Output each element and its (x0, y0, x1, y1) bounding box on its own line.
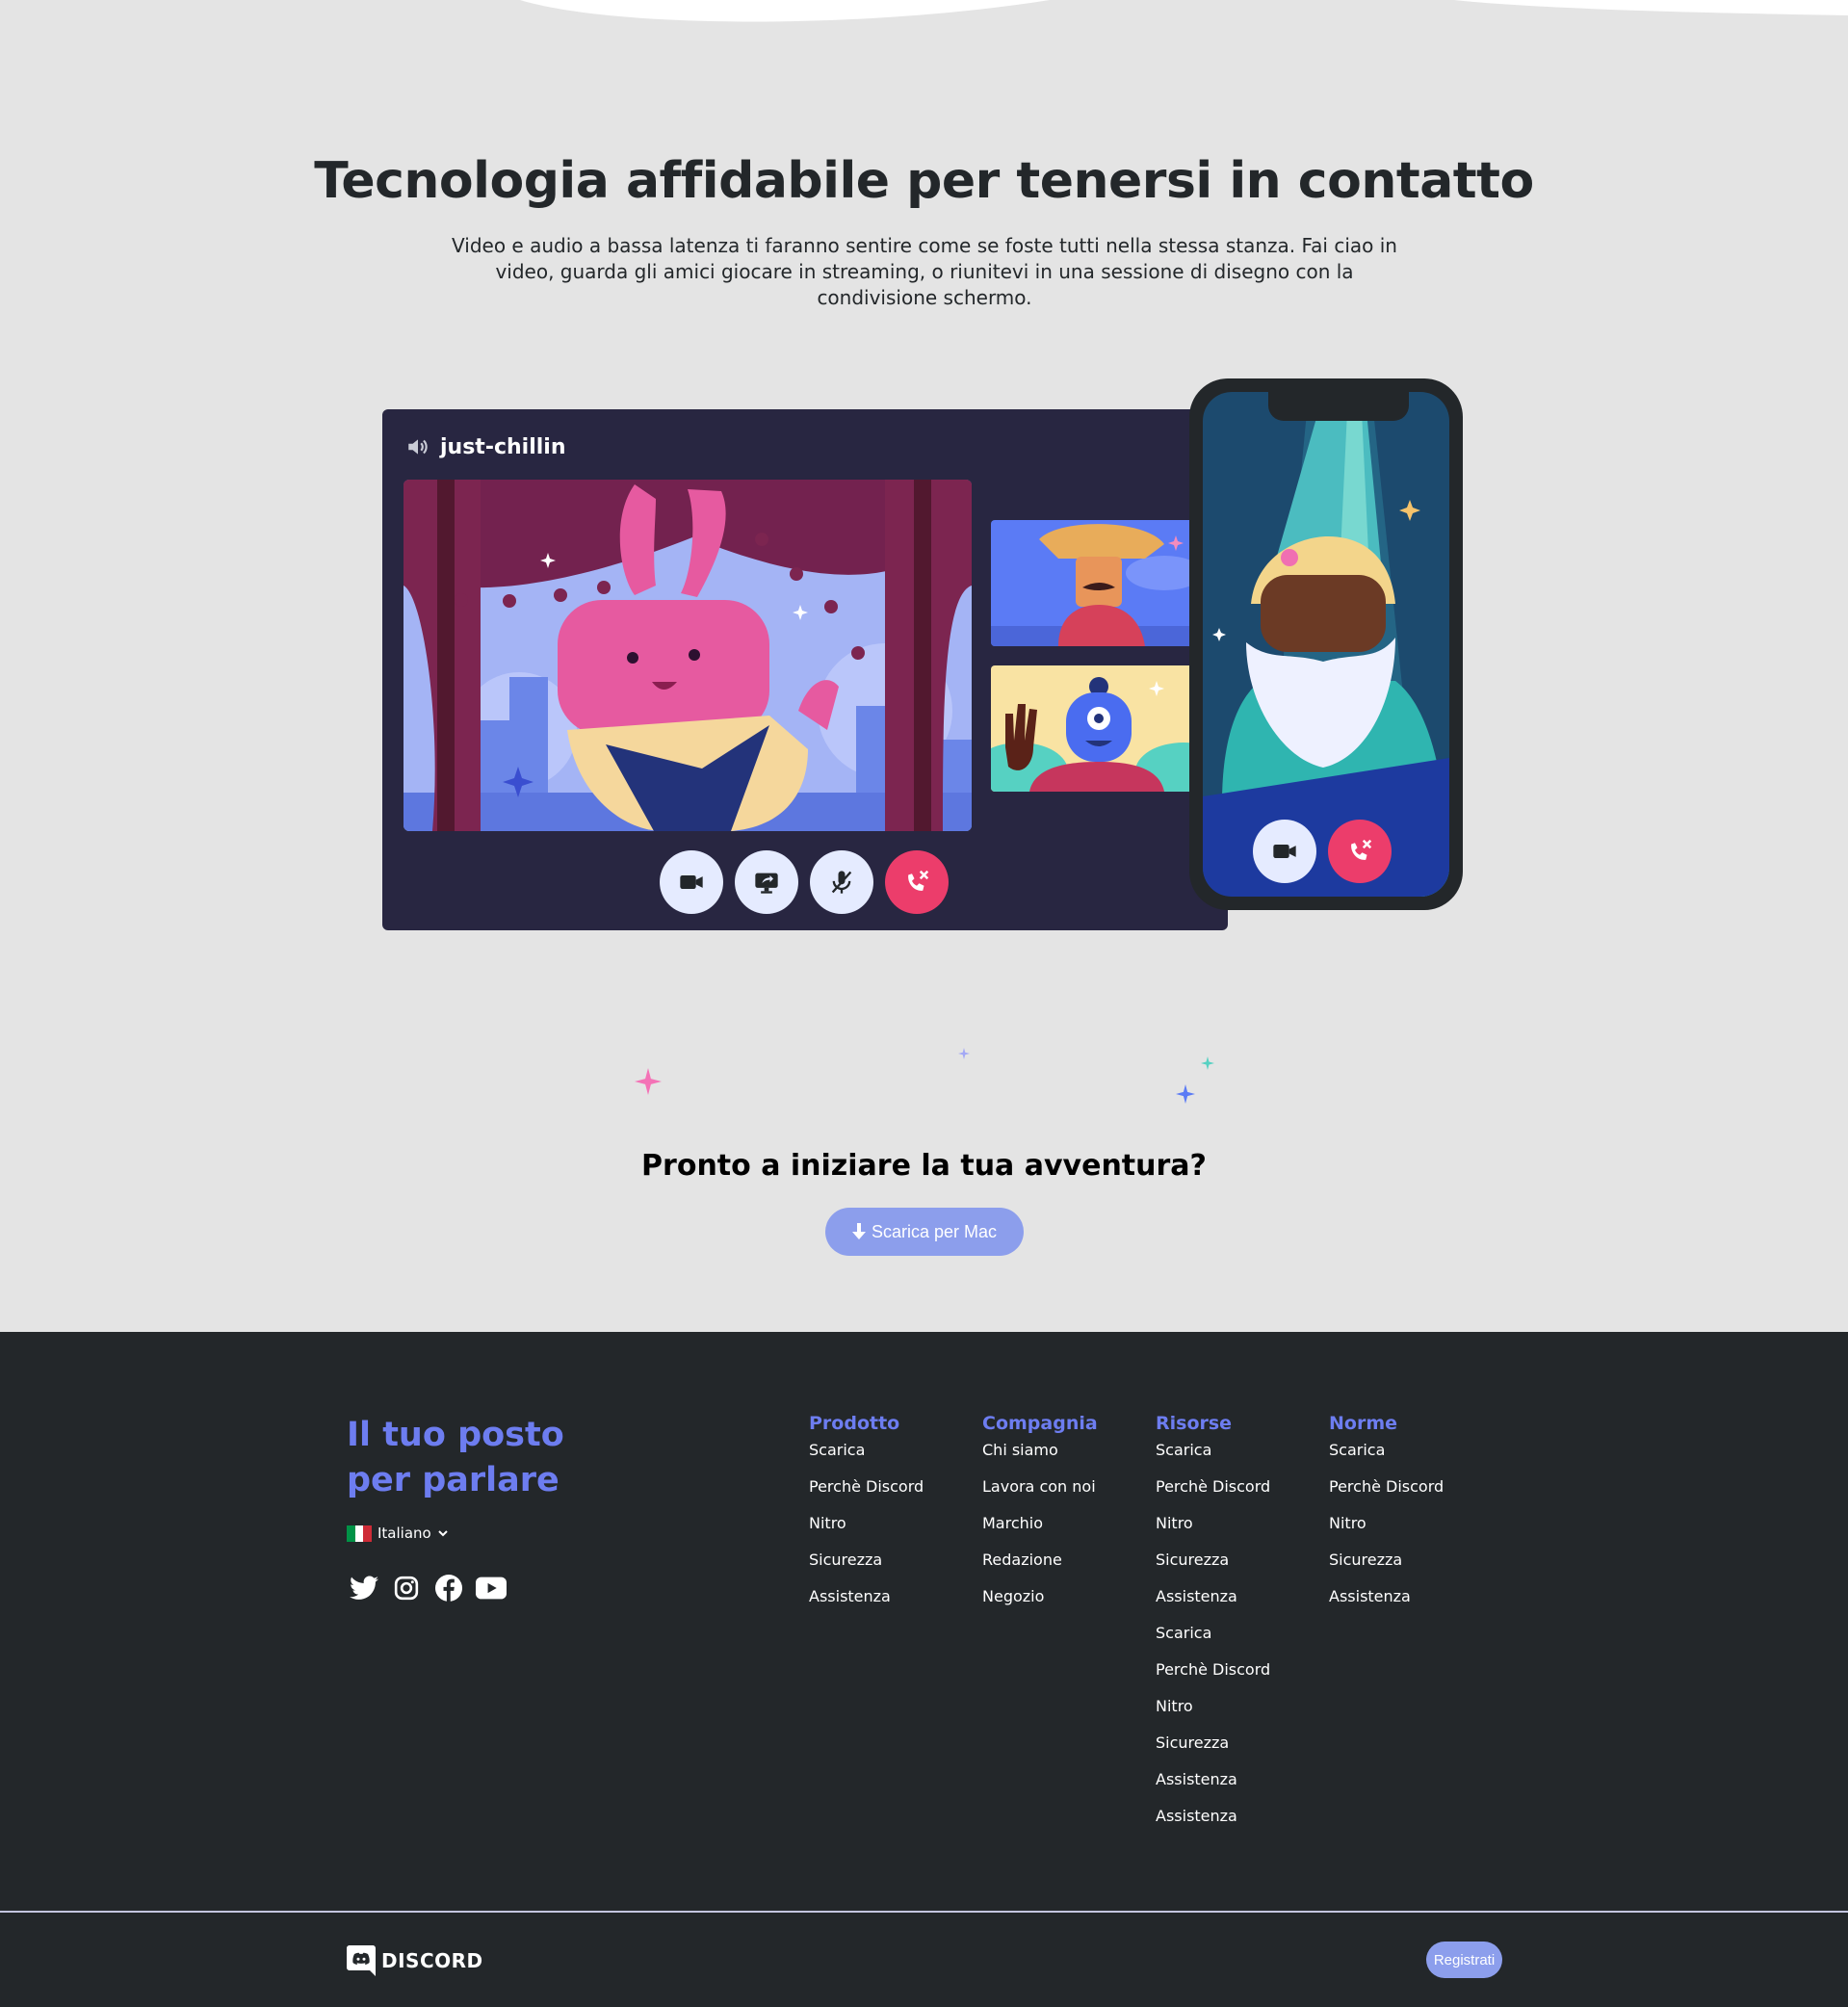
facebook-link[interactable] (433, 1573, 464, 1603)
footer-link[interactable]: Perchè Discord (1156, 1474, 1270, 1511)
participant-tile-2 (991, 665, 1206, 792)
sparkle-icon (635, 1068, 662, 1095)
social-links (349, 1573, 507, 1603)
camera-icon (680, 875, 703, 889)
youtube-icon (476, 1577, 507, 1600)
footer-link[interactable]: Perchè Discord (1156, 1657, 1270, 1694)
footer-link[interactable]: Assistenza (1156, 1804, 1270, 1840)
footer-column-compagnia: Compagnia Chi siamo Lavora con noi March… (982, 1413, 1098, 1621)
footer-link[interactable]: Perchè Discord (1329, 1474, 1444, 1511)
download-mac-button[interactable]: Scarica per Mac (825, 1208, 1024, 1256)
hero-description: Video e audio a bassa latenza ti faranno… (452, 234, 1397, 309)
footer-link[interactable]: Sicurezza (1329, 1548, 1444, 1584)
end-call-icon (1351, 839, 1372, 860)
register-button[interactable]: Registrati (1426, 1942, 1502, 1978)
main-video-tile (403, 480, 972, 831)
footer-link[interactable]: Assistenza (1329, 1584, 1444, 1621)
sparkle-icon (1201, 1056, 1214, 1070)
twitter-link[interactable] (349, 1573, 379, 1603)
column-title: Risorse (1156, 1413, 1233, 1434)
hero-title: Tecnologia affidabile per tenersi in con… (314, 152, 1534, 210)
footer-link[interactable]: Assistenza (1156, 1767, 1270, 1804)
hero-section: Tecnologia affidabile per tenersi in con… (0, 0, 1848, 1332)
italy-flag-icon (347, 1525, 373, 1542)
phone-notch (1268, 392, 1409, 421)
download-icon (851, 1223, 866, 1239)
footer-link[interactable]: Nitro (1156, 1694, 1270, 1731)
participant-tile-1 (991, 520, 1206, 646)
footer-link[interactable]: Nitro (809, 1511, 924, 1548)
desktop-call-window: just-chillin (382, 409, 1228, 930)
instagram-link[interactable] (391, 1573, 422, 1603)
screen-share-icon (755, 873, 778, 894)
phone-camera-button[interactable] (1253, 820, 1316, 883)
logo-wordmark: DISCORD (381, 1949, 483, 1972)
instagram-icon (394, 1576, 419, 1601)
language-selector[interactable]: Italiano (347, 1525, 449, 1542)
footer-column-risorse: Risorse Scarica Perchè Discord Nitro Sic… (1156, 1413, 1270, 1840)
top-wave (520, 0, 1848, 22)
column-title: Prodotto (809, 1413, 900, 1434)
call-controls (660, 850, 949, 914)
speaker-icon (408, 439, 428, 455)
camera-button[interactable] (660, 850, 723, 914)
twitter-icon (350, 1576, 378, 1600)
phone-end-call-button[interactable] (1328, 820, 1392, 883)
phone-device (1189, 378, 1463, 910)
discord-logo-icon (347, 1945, 376, 1976)
footer-link[interactable]: Lavora con noi (982, 1474, 1098, 1511)
footer-link[interactable]: Scarica (1156, 1621, 1270, 1657)
footer-link[interactable]: Redazione (982, 1548, 1098, 1584)
footer-link[interactable]: Negozio (982, 1584, 1098, 1621)
footer-link[interactable]: Sicurezza (1156, 1548, 1270, 1584)
footer-link[interactable]: Nitro (1329, 1511, 1444, 1548)
footer-link[interactable]: Scarica (809, 1438, 924, 1474)
footer-link[interactable]: Nitro (1156, 1511, 1270, 1548)
download-button-label: Scarica per Mac (871, 1221, 998, 1241)
footer-link[interactable]: Assistenza (1156, 1584, 1270, 1621)
voice-channel-header: just-chillin (405, 432, 565, 461)
sparkle-icon (1176, 1084, 1195, 1104)
footer-link[interactable]: Perchè Discord (809, 1474, 924, 1511)
footer-link[interactable]: Scarica (1156, 1438, 1270, 1474)
language-label: Italiano (377, 1525, 431, 1542)
column-title: Norme (1329, 1413, 1398, 1434)
cta-title: Pronto a iniziare la tua avventura? (641, 1149, 1207, 1183)
footer-divider (0, 1911, 1848, 1913)
video-call-illustration: just-chillin (382, 378, 1463, 932)
footer-link[interactable]: Chi siamo (982, 1438, 1098, 1474)
footer-link[interactable]: Sicurezza (1156, 1731, 1270, 1767)
site-footer: Il tuo posto per parlare Italiano Prodot… (0, 1332, 1848, 2007)
youtube-link[interactable] (476, 1573, 507, 1603)
discord-logo[interactable]: DISCORD (347, 1945, 483, 1976)
footer-column-prodotto: Prodotto Scarica Perchè Discord Nitro Si… (809, 1413, 924, 1621)
end-call-button[interactable] (885, 850, 949, 914)
mic-muted-icon (831, 871, 852, 894)
footer-column-norme: Norme Scarica Perchè Discord Nitro Sicur… (1329, 1413, 1444, 1621)
footer-slogan: Il tuo posto per parlare (347, 1416, 564, 1499)
channel-name: just-chillin (440, 434, 566, 459)
footer-link[interactable]: Sicurezza (809, 1548, 924, 1584)
column-title: Compagnia (982, 1413, 1098, 1434)
mute-button[interactable] (810, 850, 873, 914)
chevron-down-icon (438, 1530, 448, 1537)
phone-call-controls (1253, 820, 1392, 883)
sparkle-icon (958, 1048, 970, 1059)
camera-icon (1273, 845, 1296, 858)
facebook-icon (435, 1575, 462, 1602)
footer-link[interactable]: Scarica (1329, 1438, 1444, 1474)
footer-link[interactable]: Assistenza (809, 1584, 924, 1621)
register-label: Registrati (1433, 1951, 1496, 1968)
end-call-icon (908, 870, 929, 891)
screen-share-button[interactable] (735, 850, 798, 914)
footer-link[interactable]: Marchio (982, 1511, 1098, 1548)
